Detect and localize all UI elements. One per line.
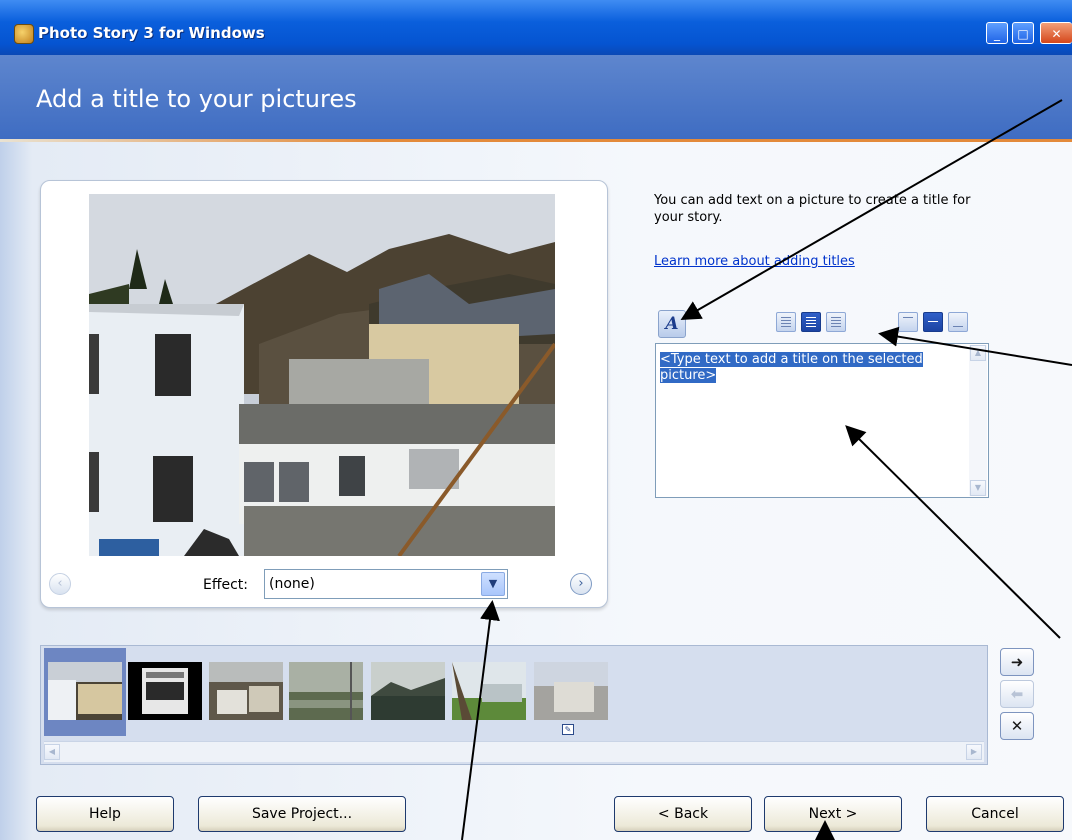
annotation-arrows [461,99,1072,840]
annotation-arrow [680,99,1063,320]
annotation-arrow [845,425,1061,639]
annotation-arrow [878,326,1072,366]
annotation-arrow [461,600,500,840]
